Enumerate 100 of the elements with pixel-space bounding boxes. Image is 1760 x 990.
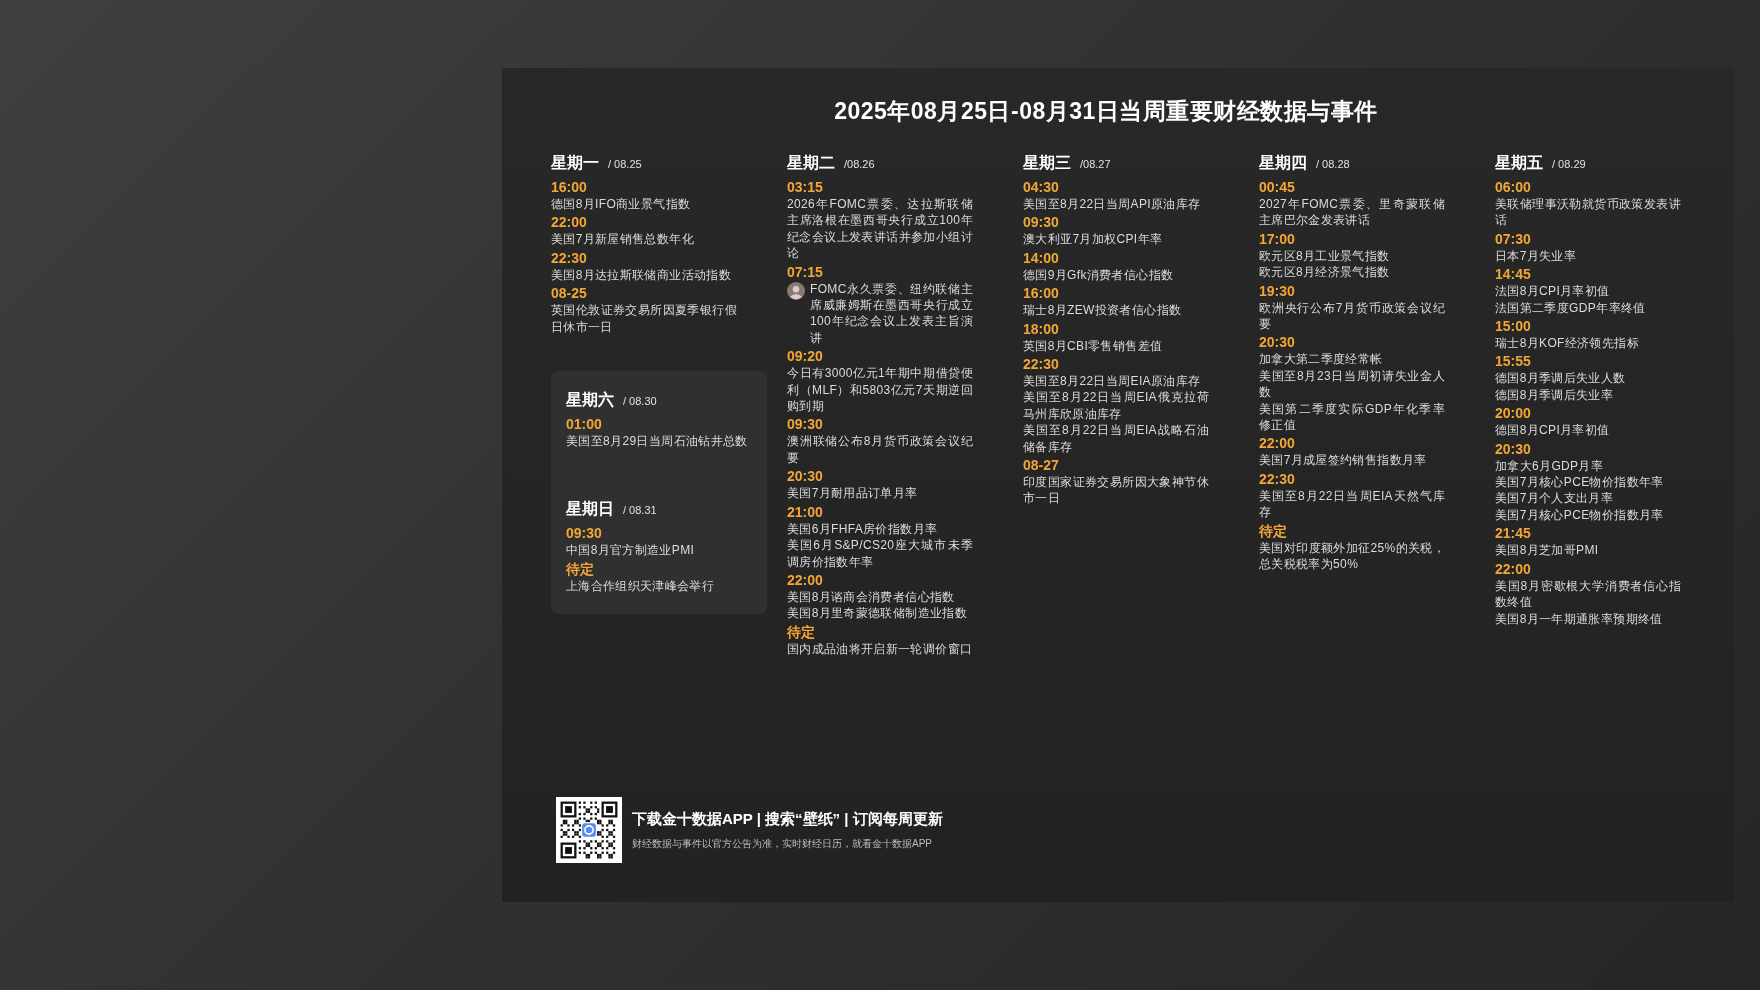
event-text: 2027年FOMC票委、里奇蒙联储主席巴尔金发表讲话 xyxy=(1259,196,1445,229)
event-time: 待定 xyxy=(1259,522,1288,540)
event-text: 英国伦敦证券交易所因夏季银行假日休市一日 xyxy=(551,302,737,336)
event-time: 19:30 xyxy=(1259,282,1296,300)
event-text: 德国8月季调后失业率 xyxy=(1495,386,1615,404)
event-text: 印度国家证券交易所因大象神节休市一日 xyxy=(1023,474,1209,507)
event-text: 德国8月季调后失业人数 xyxy=(1495,370,1627,387)
event-text: 欧洲央行公布7月货币政策会议纪要 xyxy=(1259,299,1445,333)
day-name: 星期三 xyxy=(1023,153,1071,173)
event-time: 09:30 xyxy=(1023,214,1060,232)
event-text: 美国8月达拉斯联储商业活动指数 xyxy=(551,266,732,284)
event-text: 美国7月新屋销售总数年化 xyxy=(551,231,695,248)
event-time: 14:45 xyxy=(1495,266,1532,284)
event-text: 美国7月核心PCE物价指数年率 xyxy=(1495,474,1665,491)
day-date: / 08.30 xyxy=(623,394,657,410)
day-name: 星期六 xyxy=(566,390,614,411)
event-text: 美国至8月23日当周初请失业金人数 xyxy=(1259,367,1445,401)
event-time: 09:30 xyxy=(566,525,603,543)
event-text: 美联储理事沃勒就货币政策发表讲话 xyxy=(1495,196,1681,229)
event-text: 美国7月耐用品订单月率 xyxy=(787,485,919,502)
event-text: 德国8月IFO商业景气指数 xyxy=(551,196,692,213)
day-date: / 08.31 xyxy=(623,503,657,519)
event-time: 20:30 xyxy=(1495,440,1532,458)
event-time: 06:00 xyxy=(1495,179,1532,196)
event-time: 22:30 xyxy=(551,249,588,267)
day-date: /08.27 xyxy=(1080,157,1111,172)
event-text: 美国7月个人支出月率 xyxy=(1495,490,1615,507)
event-text: 美国6月FHFA房价指数月率 xyxy=(787,520,939,538)
event-text: 瑞士8月ZEW投资者信心指数 xyxy=(1023,302,1183,319)
event-text: 美国至8月22日当周EIA俄克拉荷马州库欣原油库存 xyxy=(1023,389,1209,423)
event-text: 美国8月一年期通胀率预期终值 xyxy=(1495,610,1664,627)
event-text: 欧元区8月工业景气指数 xyxy=(1259,247,1391,265)
event-time: 15:00 xyxy=(1495,318,1532,336)
day-name: 星期五 xyxy=(1495,153,1543,173)
event-time: 22:30 xyxy=(1259,470,1296,488)
event-time: 22:30 xyxy=(1023,356,1060,374)
qr-code-icon xyxy=(556,797,622,863)
day-name: 星期二 xyxy=(787,153,835,173)
day-name: 星期一 xyxy=(551,153,599,173)
event-text: 美国8月里奇蒙德联储制造业指数 xyxy=(787,605,968,622)
event-time: 01:00 xyxy=(566,416,603,434)
day-date: / 08.29 xyxy=(1552,157,1586,172)
event-text: 上海合作组织天津峰会举行 xyxy=(566,577,716,595)
event-text: 法国第二季度GDP年率终值 xyxy=(1495,299,1647,317)
event-text: 加拿大6月GDP月率 xyxy=(1495,457,1605,475)
event-time: 22:00 xyxy=(1495,560,1532,578)
event-time: 20:00 xyxy=(1495,405,1532,423)
event-text: 德国9月Gfk消费者信心指数 xyxy=(1023,266,1175,284)
event-text: 今日有3000亿元1年期中期借贷便利（MLF）和5803亿元7天期逆回购到期 xyxy=(787,365,973,415)
event-time: 09:20 xyxy=(787,348,824,366)
event-text: 美国7月成屋签约销售指数月率 xyxy=(1259,452,1428,469)
poster-title: 2025年08月25日-08月31日当周重要财经数据与事件 xyxy=(834,97,1378,126)
event-text: 瑞士8月KOF经济领先指标 xyxy=(1495,335,1640,352)
event-text: 欧元区8月经济景气指数 xyxy=(1259,264,1391,281)
event-text: 美国7月核心PCE物价指数月率 xyxy=(1495,506,1665,524)
day-date: / 08.28 xyxy=(1316,157,1350,172)
event-text: 德国8月CPI月率初值 xyxy=(1495,422,1611,439)
event-time: 08-25 xyxy=(551,285,588,303)
event-time: 07:15 xyxy=(787,263,824,281)
event-text: 美国对印度额外加征25%的关税，总关税税率为50% xyxy=(1259,539,1445,573)
event-time: 07:30 xyxy=(1495,230,1532,248)
event-time: 21:45 xyxy=(1495,525,1532,543)
event-time: 08-27 xyxy=(1023,457,1060,475)
day-name: 星期四 xyxy=(1259,153,1307,173)
event-text: 美国8月芝加哥PMI xyxy=(1495,542,1600,559)
event-time: 20:30 xyxy=(787,468,824,486)
event-time: 15:55 xyxy=(1495,353,1532,371)
event-text: 2026年FOMC票委、达拉斯联储主席洛根在墨西哥央行成立100年纪念会议上发表讲话并参加小组讨论 xyxy=(787,196,973,262)
event-text: 美国至8月22日当周API原油库存 xyxy=(1023,196,1202,213)
event-time: 09:30 xyxy=(787,416,824,434)
event-text: 法国8月CPI月率初值 xyxy=(1495,283,1611,300)
event-time: 待定 xyxy=(566,560,595,578)
event-text: 日本7月失业率 xyxy=(1495,247,1578,265)
event-time: 03:15 xyxy=(787,179,824,196)
event-text: 澳洲联储公布8月货币政策会议纪要 xyxy=(787,433,973,467)
event-time: 22:00 xyxy=(551,214,588,232)
event-text: 加拿大第二季度经常帐 xyxy=(1259,351,1384,368)
event-text: 美国至8月22日当周EIA战略石油储备库存 xyxy=(1023,422,1209,456)
event-text: 美国至8月29日当周石油钻井总数 xyxy=(566,433,749,450)
event-time: 22:00 xyxy=(1259,435,1296,453)
event-time: 22:00 xyxy=(787,571,824,589)
event-text: 美国8月谘商会消费者信心指数 xyxy=(787,588,956,606)
event-time: 21:00 xyxy=(787,503,824,521)
event-text: 国内成品油将开启新一轮调价窗口 xyxy=(787,640,973,658)
event-time: 00:45 xyxy=(1259,179,1296,196)
event-time: 16:00 xyxy=(1023,285,1060,303)
day-date: /08.26 xyxy=(844,157,875,172)
event-time: 17:00 xyxy=(1259,230,1296,248)
day-name: 星期日 xyxy=(566,499,614,520)
event-text: 英国8月CBI零售销售差值 xyxy=(1023,337,1164,355)
event-text: 美国至8月22日当周EIA天然气库存 xyxy=(1259,487,1445,521)
event-text: 美国第二季度实际GDP年化季率修正值 xyxy=(1259,400,1445,434)
event-time: 14:00 xyxy=(1023,249,1060,267)
event-text: 澳大利亚7月加权CPI年率 xyxy=(1023,231,1164,248)
day-date: / 08.25 xyxy=(608,157,642,172)
event-time: 16:00 xyxy=(551,179,588,196)
event-text: 美国8月密歇根大学消费者信心指数终值 xyxy=(1495,577,1681,611)
event-time: 20:30 xyxy=(1259,334,1296,352)
event-text: 美国至8月22日当周EIA原油库存 xyxy=(1023,373,1202,390)
footer-note: 财经数据与事件以官方公告为准，实时财经日历，就看金十数据APP xyxy=(632,837,933,851)
